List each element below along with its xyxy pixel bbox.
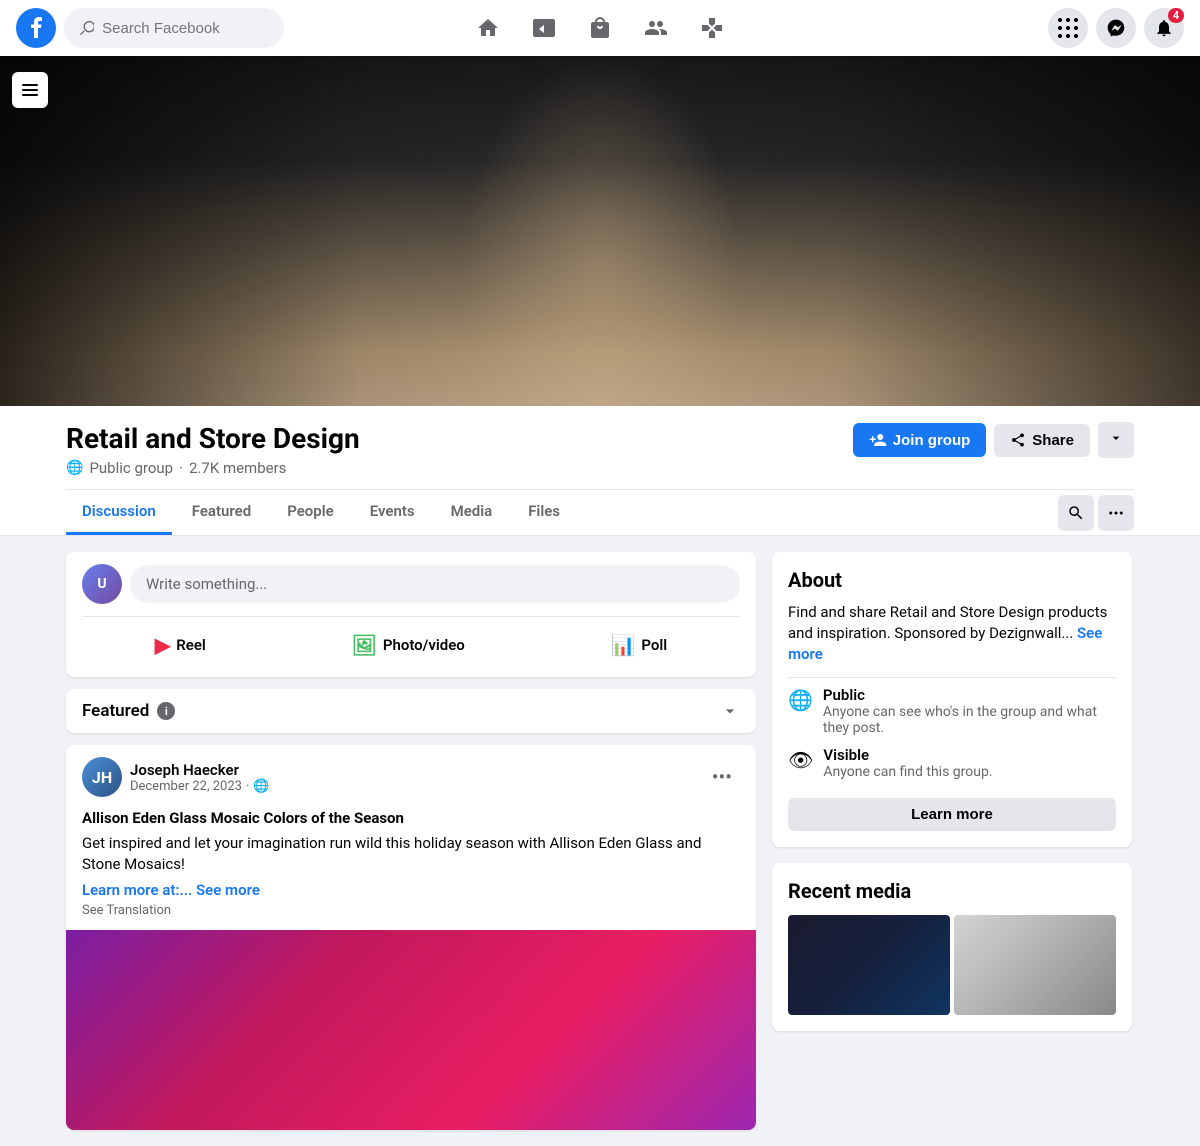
info-icon: i [157,702,175,720]
header-left [16,8,296,48]
featured-title: Featured i [82,701,175,721]
post-content: Allison Eden Glass Mosaic Colors of the … [66,809,756,930]
header-right: 4 [904,8,1184,48]
group-title-block: Retail and Store Design 🌐 Public group ·… [66,422,360,477]
post-header: JH Joseph Haecker December 22, 2023 · 🌐 … [66,745,756,809]
date-separator: · [246,779,249,794]
visible-label: Visible [823,746,992,764]
content-area: U Write something... ▶ Reel 🖼 Photo/vide… [50,536,1150,1146]
post-actions-row: ▶ Reel 🖼 Photo/video 📊 Poll [82,616,740,665]
group-members: 2.7K members [189,459,286,477]
see-translation[interactable]: See Translation [82,903,740,918]
about-public-item: 🌐 Public Anyone can see who's in the gro… [788,686,1116,736]
group-meta: 🌐 Public group · 2.7K members [66,459,360,477]
author-avatar[interactable]: JH [82,757,122,797]
search-tab-button[interactable] [1058,495,1094,531]
nav-marketplace[interactable] [576,4,624,52]
group-title: Retail and Store Design [66,422,360,455]
share-button[interactable]: Share [994,424,1090,457]
messenger-button[interactable] [1096,8,1136,48]
facebook-logo[interactable] [16,8,56,48]
divider [788,677,1116,678]
recent-media-title: Recent media [788,879,1116,903]
post-card: JH Joseph Haecker December 22, 2023 · 🌐 … [66,745,756,1130]
poll-icon: 📊 [610,633,635,657]
public-label: Public [823,686,1116,704]
media-grid [788,915,1116,1015]
tab-featured[interactable]: Featured [176,490,267,535]
visible-sub: Anyone can find this group. [823,764,992,780]
about-title: About [788,568,1116,592]
group-actions: Join group Share [853,422,1134,458]
more-tabs-button[interactable] [1098,495,1134,531]
media-thumb-2[interactable] [954,915,1116,1015]
search-icon [80,20,94,36]
post-author: JH Joseph Haecker December 22, 2023 · 🌐 [82,757,270,797]
post-image [66,930,756,1130]
header: 4 [0,0,1200,56]
about-visible-item: 👁 Visible Anyone can find this group. [788,746,1116,780]
nav-gaming[interactable] [688,4,736,52]
header-center [296,4,904,52]
poll-action[interactable]: 📊 Poll [594,625,683,665]
about-card: About Find and share Retail and Store De… [772,552,1132,847]
nav-home[interactable] [464,4,512,52]
see-more-link[interactable]: See more [196,881,260,899]
right-column: About Find and share Retail and Store De… [772,552,1132,1130]
public-sub: Anyone can see who's in the group and wh… [823,704,1116,736]
join-group-button[interactable]: Join group [853,423,987,457]
group-type: Public group [89,459,173,477]
post-input[interactable]: Write something... [130,565,740,603]
author-name[interactable]: Joseph Haecker [130,761,270,779]
sidebar-toggle[interactable] [12,72,48,108]
post-more-button[interactable]: ••• [704,761,740,793]
post-title: Allison Eden Glass Mosaic Colors of the … [82,809,740,827]
tabs: Discussion Featured People Events Media … [66,489,1134,535]
reel-icon: ▶ [155,633,170,657]
nav-watch[interactable] [520,4,568,52]
user-avatar: U [82,564,122,604]
tab-people[interactable]: People [271,490,350,535]
photo-video-action[interactable]: 🖼 Photo/video [335,625,480,665]
learn-more-button[interactable]: Learn more [788,798,1116,831]
photo-icon: 🖼 [351,633,376,657]
tab-media[interactable]: Media [435,490,509,535]
more-options-button[interactable] [1098,422,1134,458]
featured-header[interactable]: Featured i [66,689,756,733]
tab-actions [1058,495,1134,531]
post-date: December 22, 2023 · 🌐 [130,779,270,794]
chevron-down-icon [720,701,740,721]
post-box: U Write something... ▶ Reel 🖼 Photo/vide… [66,552,756,677]
tab-files[interactable]: Files [512,490,576,535]
notification-badge: 4 [1168,8,1184,23]
group-info-section: Retail and Store Design 🌐 Public group ·… [0,406,1200,536]
search-input[interactable] [102,20,268,37]
media-thumb-1[interactable] [788,915,950,1015]
search-bar[interactable] [64,8,284,48]
menu-button[interactable] [1048,8,1088,48]
main-content: Retail and Store Design 🌐 Public group ·… [0,56,1200,1146]
tab-events[interactable]: Events [354,490,431,535]
featured-section: Featured i [66,689,756,733]
left-column: U Write something... ▶ Reel 🖼 Photo/vide… [66,552,756,1130]
eye-icon: 👁 [788,748,813,772]
recent-media-card: Recent media [772,863,1132,1031]
globe-icon: 🌐 [66,460,83,476]
post-link[interactable]: Learn more at:... [82,881,192,899]
reel-action[interactable]: ▶ Reel [139,625,222,665]
about-desc: Find and share Retail and Store Design p… [788,602,1116,665]
cover-photo [0,56,1200,406]
notifications-button[interactable]: 4 [1144,8,1184,48]
visibility-icon: 🌐 [253,779,269,794]
post-text: Get inspired and let your imagination ru… [82,833,740,875]
tab-discussion[interactable]: Discussion [66,490,172,535]
globe-about-icon: 🌐 [788,688,813,712]
nav-groups[interactable] [632,4,680,52]
